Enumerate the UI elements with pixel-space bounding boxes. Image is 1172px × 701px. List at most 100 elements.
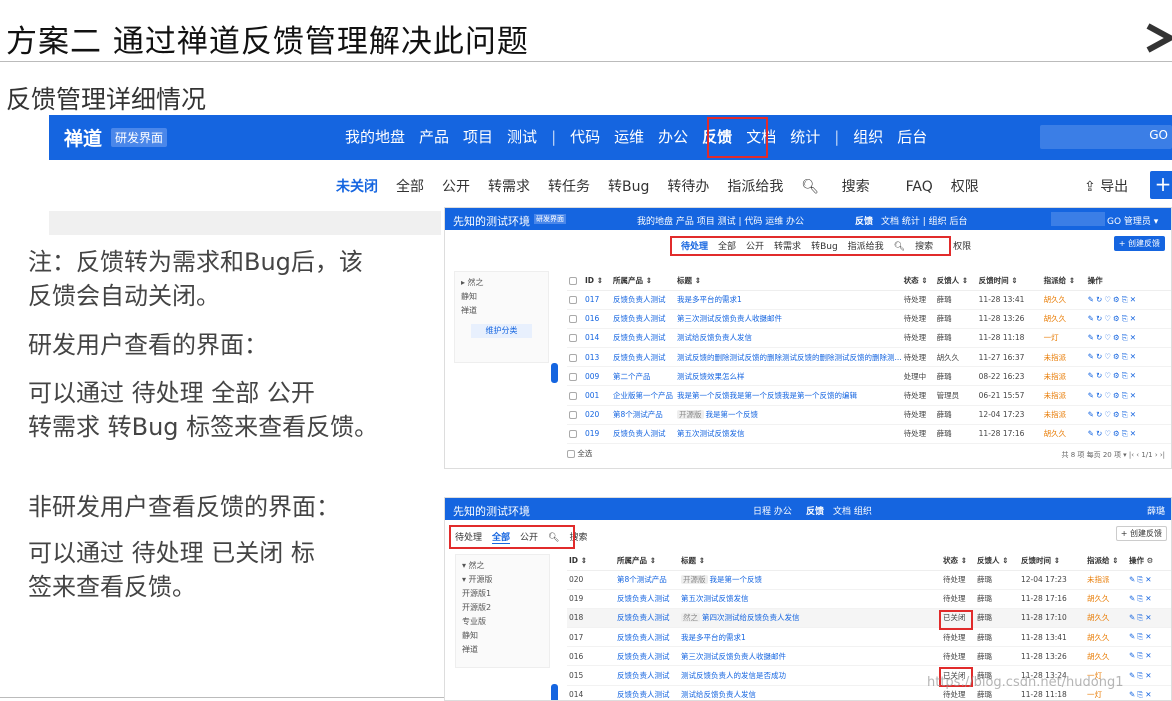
col-product[interactable]: 所属产品 ⇕	[611, 272, 675, 291]
close-icon[interactable]: ✕	[1130, 429, 1138, 438]
maintain-category-button[interactable]: 维护分类	[471, 324, 532, 338]
tree-item[interactable]: 专业版	[462, 615, 543, 629]
menu-item-org[interactable]: 组织	[853, 128, 883, 146]
row-checkbox[interactable]	[569, 296, 577, 305]
col-title[interactable]: 标题 ⇕	[675, 272, 902, 291]
export-icon[interactable]: ⎘	[1122, 314, 1130, 323]
col-status[interactable]: 状态 ⇕	[901, 272, 935, 291]
tree-item[interactable]: 静知	[461, 290, 542, 304]
menu-item-admin[interactable]: 后台	[897, 128, 927, 146]
close-icon[interactable]: ✕	[1130, 333, 1138, 342]
export-icon[interactable]: ⎘	[1122, 391, 1130, 400]
row-title[interactable]: 我是第一个反馈我是第一个反馈我是第一个反馈的编辑	[675, 385, 902, 406]
bulb-icon[interactable]: ♡	[1104, 371, 1113, 380]
row-title[interactable]: 测试反馈的删除测试反馈的删除测试反馈的删除测试反馈的删除测...	[675, 347, 902, 368]
shot1-tab-perm[interactable]: 权限	[953, 242, 971, 252]
close-icon[interactable]: ✕	[1145, 651, 1153, 660]
row-id[interactable]: 014	[583, 328, 611, 349]
table-row[interactable]: 001 企业版第一个产品 我是第一个反馈我是第一个反馈我是第一个反馈的编辑 待处理 管理…	[567, 385, 1171, 406]
global-search-input[interactable]: GO	[1040, 125, 1172, 149]
bulb-icon[interactable]: ♡	[1104, 429, 1113, 438]
row-assignee[interactable]: 未指派	[1041, 385, 1086, 406]
export-icon[interactable]: ⎘	[1122, 352, 1130, 361]
row-title[interactable]: 开源版 我是第一个反馈	[675, 405, 902, 425]
select-all-checkbox[interactable]	[567, 450, 575, 458]
edit-icon[interactable]: ✎	[1088, 314, 1096, 323]
tree-item[interactable]: ▸ 然之	[461, 276, 542, 290]
tree-item[interactable]: ▾ 开源版	[462, 573, 543, 587]
row-assignee[interactable]: 胡久久	[1041, 424, 1086, 445]
table-row[interactable]: 019 反馈负责人测试 第五次测试反馈发信 待处理 薛璐 11-28 17:16 胡久久 ✎↻…	[567, 424, 1171, 445]
tab-public[interactable]: 公开	[442, 179, 470, 195]
row-id[interactable]: 017	[583, 290, 611, 310]
tab-to-bug[interactable]: 转Bug	[608, 179, 649, 195]
menu-item-my[interactable]: 我的地盘	[345, 128, 405, 146]
table-row[interactable]: 019 反馈负责人测试 第五次测试反馈发信 待处理 薛璐 11-28 17:16 胡久久 ✎⎘…	[567, 589, 1171, 609]
table-row[interactable]: 018 反馈负责人测试 然之 第四次测试给反馈负责人发信 已关闭 薛璐 11-28 17:1…	[567, 608, 1171, 629]
undo-icon[interactable]: ↻	[1096, 352, 1104, 361]
undo-icon[interactable]: ↻	[1096, 391, 1104, 400]
close-icon[interactable]: ✕	[1130, 391, 1138, 400]
checkbox[interactable]	[569, 277, 577, 286]
shot2-user-menu[interactable]: 薛璐	[1147, 504, 1165, 517]
edit-icon[interactable]: ✎	[1088, 333, 1096, 342]
close-icon[interactable]: ✕	[1145, 575, 1153, 584]
row-assignee[interactable]: 未指派	[1041, 347, 1086, 368]
tab-all[interactable]: 全部	[396, 179, 424, 195]
close-icon[interactable]: ✕	[1145, 690, 1153, 699]
settings-icon[interactable]: ⚙	[1113, 410, 1122, 419]
shot1-pager[interactable]: 共 8 项 每页 20 项 ▾ |‹ ‹ 1/1 › ›|	[1061, 450, 1165, 460]
row-id[interactable]: 017	[567, 627, 615, 648]
row-product[interactable]: 反馈负责人测试	[611, 309, 675, 329]
tab-to-story[interactable]: 转需求	[488, 179, 530, 195]
search-go-button[interactable]: GO	[1149, 128, 1168, 142]
row-product[interactable]: 第8个测试产品	[615, 570, 679, 590]
row-id[interactable]: 019	[583, 424, 611, 445]
bulb-icon[interactable]: ♡	[1104, 295, 1113, 304]
tree-item[interactable]: 开源版2	[462, 601, 543, 615]
settings-icon[interactable]: ⚙	[1113, 352, 1122, 361]
row-assignee[interactable]: 胡久久	[1041, 309, 1086, 329]
settings-icon[interactable]: ⚙	[1113, 371, 1122, 380]
shot1-menu-rest[interactable]: 文档 统计 | 组织 后台	[881, 214, 967, 227]
row-id[interactable]: 014	[567, 685, 615, 700]
tree-item[interactable]: 禅道	[461, 304, 542, 318]
col-title[interactable]: 标题 ⇕	[679, 552, 941, 571]
row-product[interactable]: 反馈负责人测试	[615, 608, 679, 629]
export-button[interactable]: ⇪ 导出	[1084, 176, 1128, 196]
tab-to-task[interactable]: 转任务	[548, 179, 590, 195]
close-icon[interactable]: ✕	[1130, 410, 1138, 419]
col-time[interactable]: 反馈时间 ⇕	[976, 272, 1042, 291]
shot1-menu-feedback[interactable]: 反馈	[855, 214, 873, 227]
row-assignee[interactable]: 胡久久	[1041, 290, 1086, 310]
row-checkbox[interactable]	[569, 411, 577, 420]
row-checkbox[interactable]	[569, 353, 577, 362]
table-row[interactable]: 013 反馈负责人测试 测试反馈的删除测试反馈的删除测试反馈的删除测试反馈的删除测.…	[567, 347, 1171, 368]
close-icon[interactable]: ✕	[1130, 352, 1138, 361]
undo-icon[interactable]: ↻	[1096, 429, 1104, 438]
row-product[interactable]: 反馈负责人测试	[611, 290, 675, 310]
row-checkbox[interactable]	[569, 392, 577, 401]
table-row[interactable]: 014 反馈负责人测试 测试给反馈负责人发信 待处理 薛璐 11-28 11:18 一灯 ✎↻…	[567, 328, 1171, 349]
close-icon[interactable]: ✕	[1145, 632, 1153, 641]
row-assignee[interactable]: 未指派	[1041, 405, 1086, 425]
row-product[interactable]: 反馈负责人测试	[611, 328, 675, 349]
tree-item[interactable]: ▾ 然之	[462, 559, 543, 573]
row-product[interactable]: 反馈负责人测试	[615, 646, 679, 667]
close-icon[interactable]: ✕	[1145, 613, 1153, 622]
row-id[interactable]: 001	[583, 385, 611, 406]
menu-item-project[interactable]: 项目	[463, 128, 493, 146]
brand-logo[interactable]: 禅道	[64, 124, 102, 151]
row-title[interactable]: 测试反馈负责人的发信是否成功	[679, 665, 941, 686]
menu-item-code[interactable]: 代码	[570, 128, 600, 146]
undo-icon[interactable]: ↻	[1096, 295, 1104, 304]
edit-icon[interactable]: ✎	[1088, 410, 1096, 419]
settings-icon[interactable]: ⚙	[1113, 314, 1122, 323]
row-title[interactable]: 第五次测试反馈发信	[675, 424, 902, 445]
search-button[interactable]: 🔍︎ 搜索	[801, 179, 887, 195]
shot2-menu-rest[interactable]: 文档 组织	[833, 504, 872, 517]
shot1-search-input[interactable]	[1051, 212, 1105, 226]
edit-icon[interactable]: ✎	[1088, 371, 1096, 380]
close-icon[interactable]: ✕	[1145, 671, 1153, 680]
row-title[interactable]: 第三次测试反馈负责人收摄邮件	[679, 646, 941, 667]
